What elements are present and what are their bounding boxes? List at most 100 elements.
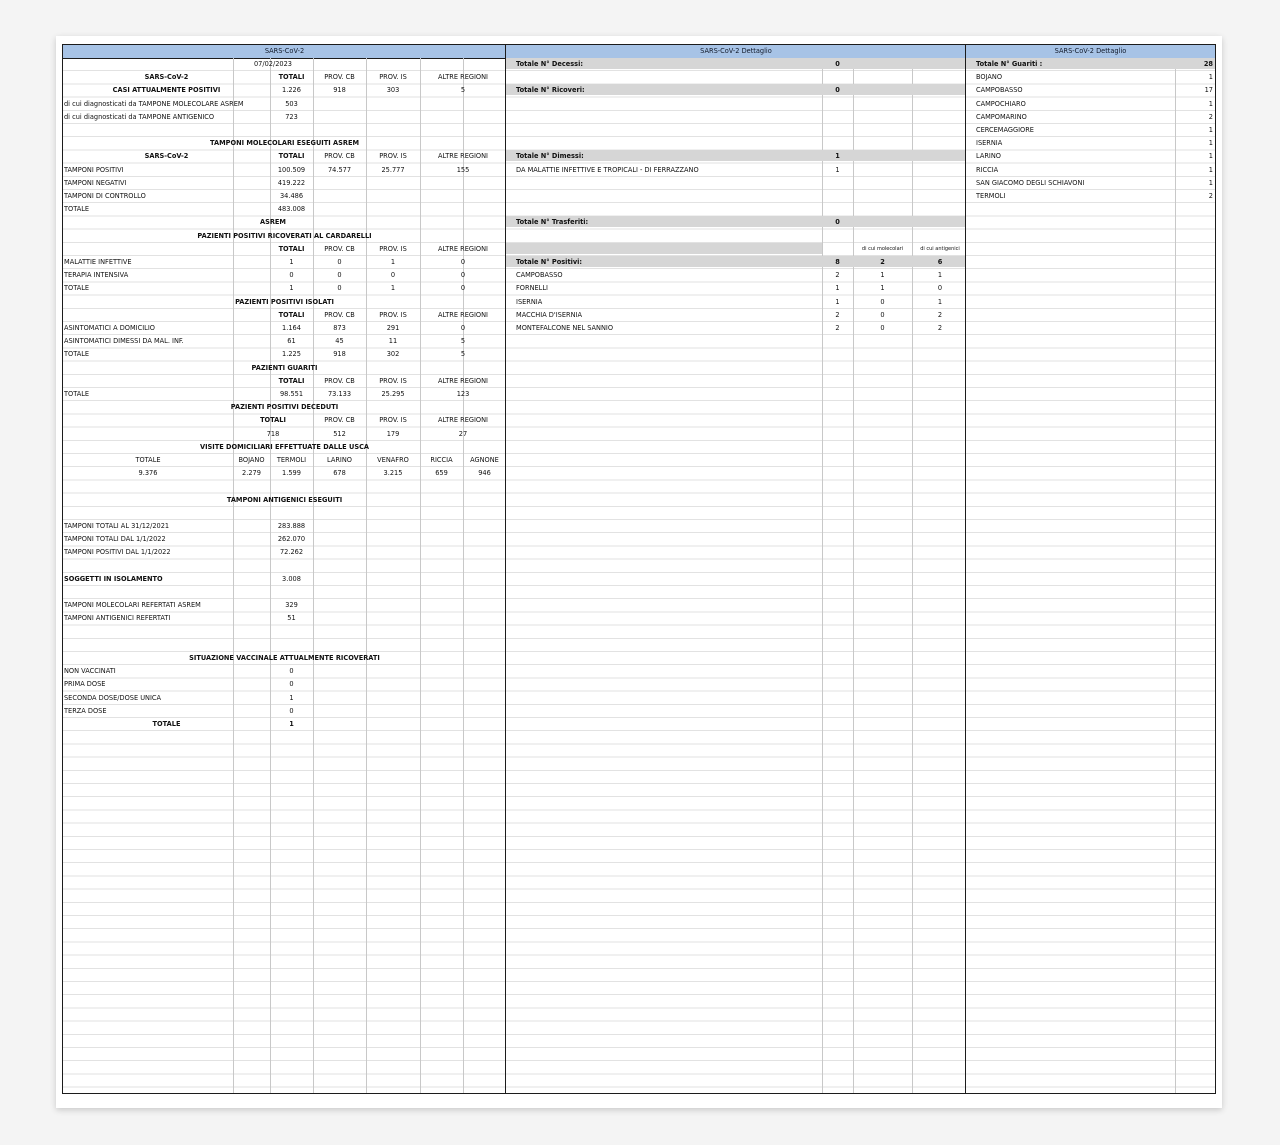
- vaccinale-total-value: 1: [289, 720, 294, 728]
- row-label: ASINTOMATICI DIMESSI DA MAL. INF.: [64, 337, 184, 346]
- row-label: TAMPONI POSITIVI: [64, 165, 124, 174]
- section-title-ricoverati: PAZIENTI POSITIVI RICOVERATI AL CARDAREL…: [197, 231, 372, 240]
- row-label: MALATTIE INFETTIVE: [64, 258, 132, 266]
- value-totali: 100.509: [277, 165, 306, 174]
- col-header-altre-regioni: ALTRE REGIONI: [437, 416, 489, 425]
- row-label: TAMPONI DI CONTROLLO: [64, 192, 146, 200]
- section-title-vaccinale: SITUAZIONE VACCINALE ATTUALMENTE RICOVER…: [189, 654, 380, 662]
- value-prov-cb: 918: [333, 86, 346, 95]
- row-label: LARINO: [976, 152, 1001, 161]
- value-totali: 34.486: [279, 192, 304, 200]
- guariti-value: 28: [1203, 60, 1213, 68]
- row-value-antigenici: 1: [937, 271, 943, 280]
- row-label: TERMOLI: [976, 192, 1006, 200]
- col-header-totali: TOTALI: [278, 244, 305, 253]
- row-value: 17: [1204, 86, 1213, 95]
- value-altre-regioni: [420, 178, 506, 189]
- row-value-molecolari: 0: [880, 324, 885, 332]
- usca-value: 9.376: [138, 469, 158, 478]
- col-header-altre-regioni: ALTRE REGIONI: [437, 244, 489, 253]
- usca-value: 946: [478, 469, 491, 478]
- row-value-antigenici: 1: [937, 297, 943, 306]
- row-value: 0: [289, 667, 294, 676]
- row-value: 1: [835, 297, 840, 306]
- value-prov-is: 0: [390, 271, 396, 280]
- value-prov-cb: 0: [337, 284, 342, 293]
- value-prov-cb: 0: [337, 258, 342, 266]
- middle-panel-header: SARS-CoV-2 Dettaglio: [506, 45, 966, 59]
- value-prov-is: [366, 204, 420, 215]
- value-prov-is: 1: [390, 284, 396, 293]
- col-header-totali: TOTALI: [278, 73, 305, 82]
- left-panel-summary: SARS-CoV-2 07/02/2023 SARS-CoV-2 TOTALI PRO…: [62, 44, 507, 1094]
- col-header-prov-cb: PROV. CB: [324, 152, 355, 161]
- col-header-totali: TOTALI: [278, 152, 305, 161]
- usca-value: 678: [333, 469, 346, 478]
- ricoveri-label: Totale N° Ricoveri:: [516, 86, 585, 95]
- row-value: 1: [1208, 165, 1213, 174]
- row-value: 262.070: [277, 535, 306, 544]
- usca-header: AGNONE: [470, 456, 499, 464]
- row-value: 1: [835, 284, 840, 293]
- value-prov-cb: 873: [333, 324, 346, 332]
- col-header-prov-is: PROV. IS: [379, 310, 407, 319]
- usca-header: RICCIA: [430, 456, 453, 464]
- row-value-antigenici: 2: [937, 324, 943, 332]
- row-label: CAMPOBASSO: [516, 271, 563, 280]
- asrem-label: ASREM: [260, 218, 286, 227]
- value-totali: 1: [289, 284, 294, 293]
- dimessi-label: Totale N° Dimessi:: [516, 152, 584, 161]
- section-title-tamponi-molecolari: TAMPONI MOLECOLARI ESEGUITI ASREM: [209, 139, 360, 148]
- spreadsheet-page: SARS-CoV-2 07/02/2023 SARS-CoV-2 TOTALI PRO…: [56, 36, 1222, 1108]
- row-value: 2: [1208, 192, 1213, 200]
- row-label: TAMPONI MOLECOLARI REFERTATI ASREM: [64, 601, 201, 610]
- decessi-label: Totale N° Decessi:: [516, 60, 583, 68]
- value-prov-cb: 512: [333, 429, 346, 438]
- row-value: 72.262: [279, 548, 304, 557]
- row-value: 1: [1208, 152, 1213, 161]
- row-value: 1: [835, 165, 840, 174]
- isolamento-value: 3.008: [282, 574, 301, 583]
- row-value: 1: [1208, 178, 1213, 187]
- value-altre-regioni: 0: [460, 258, 466, 266]
- row-label: TOTALE: [64, 390, 90, 398]
- row-label: SAN GIACOMO DEGLI SCHIAVONI: [976, 178, 1085, 187]
- usca-header: LARINO: [327, 456, 352, 464]
- positivi-value: 8: [835, 258, 840, 266]
- guariti-label: Totale N° Guariti :: [976, 60, 1043, 68]
- value-prov-cb: [313, 178, 366, 189]
- dimessi-value: 1: [835, 152, 840, 161]
- vaccinale-total-label: TOTALE: [152, 720, 181, 728]
- value-altre-regioni: 0: [460, 284, 466, 293]
- row-label: TERZA DOSE: [64, 706, 107, 715]
- value-totali: 419.222: [277, 178, 306, 187]
- row-value: 2: [835, 310, 840, 319]
- sars-label: SARS-CoV-2: [144, 152, 189, 161]
- col-header-antigenici: di cui antigenici: [920, 245, 960, 252]
- usca-value: 1.599: [282, 469, 301, 478]
- value-totali: 1: [289, 258, 294, 266]
- value-prov-is: 25.777: [381, 165, 405, 174]
- row-label: RICCIA: [976, 165, 999, 174]
- row-value: 0: [289, 680, 294, 689]
- row-value: 1: [1208, 73, 1213, 82]
- value-altre-regioni: 0: [460, 324, 466, 332]
- row-label: FORNELLI: [516, 284, 548, 293]
- usca-value: 3.215: [383, 469, 403, 478]
- row-label: CAMPOMARINO: [976, 112, 1027, 121]
- section-title-guariti: PAZIENTI GUARITI: [251, 363, 318, 372]
- trasferiti-label: Totale N° Trasferiti:: [516, 218, 589, 227]
- row-value-molecolari: 0: [880, 310, 885, 319]
- section-title-isolati: PAZIENTI POSITIVI ISOLATI: [235, 297, 334, 306]
- row-value: 0: [289, 706, 294, 715]
- value-prov-cb: [313, 204, 366, 215]
- positivi-label: Totale N° Positivi:: [516, 258, 583, 266]
- value-totali: 61: [287, 337, 296, 346]
- usca-header: BOJANO: [238, 456, 265, 464]
- value-prov-cb: 74.577: [327, 165, 352, 174]
- value-prov-is: 303: [386, 86, 400, 95]
- row-label: MACCHIA D'ISERNIA: [516, 310, 582, 319]
- row-label: NON VACCINATI: [64, 667, 116, 676]
- col-header-prov-is: PROV. IS: [379, 416, 407, 425]
- row-value: 1: [289, 693, 294, 702]
